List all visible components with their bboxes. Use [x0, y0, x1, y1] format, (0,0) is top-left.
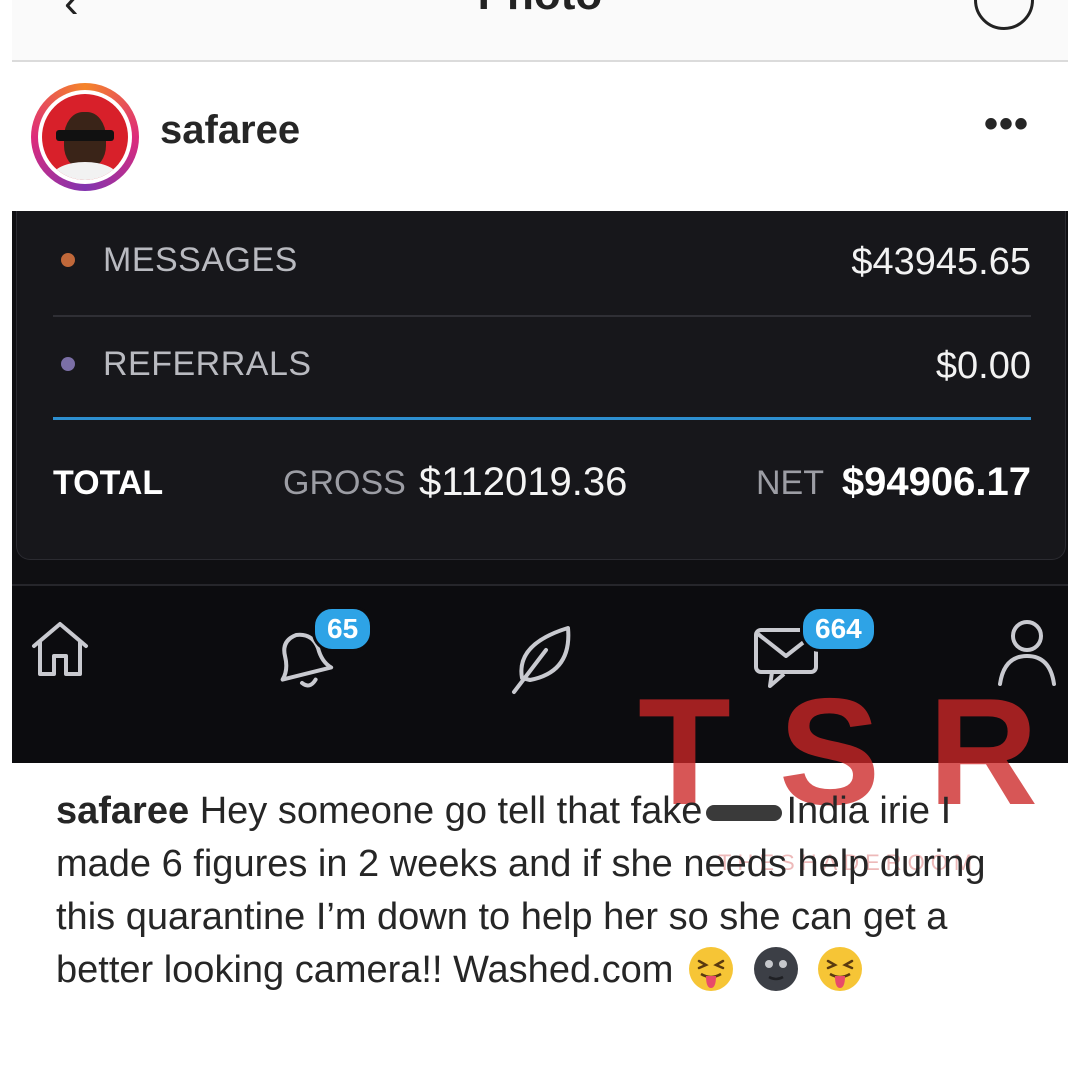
net-label: NET [756, 464, 824, 502]
notifications-badge: 65 [312, 606, 374, 652]
referrals-dot [61, 357, 75, 371]
leaf-icon[interactable] [506, 620, 578, 696]
avatar[interactable] [31, 83, 139, 191]
referrals-value: $0.00 [935, 345, 1031, 387]
new-moon-face-emoji-icon [753, 946, 798, 991]
squinting-tongue-emoji-icon [818, 946, 863, 991]
earnings-row-referrals: REFERRALS $0.00 [53, 315, 1031, 420]
referrals-label: REFERRALS [103, 345, 312, 383]
messages-dot [61, 253, 75, 267]
earnings-total-row: TOTAL GROSS $112019.36 NET $94906.17 [53, 420, 1031, 540]
gross-value: $112019.36 [419, 460, 628, 504]
options-circle-icon[interactable] [974, 0, 1034, 30]
total-label: TOTAL [53, 464, 164, 502]
post-caption: safaree Hey someone go tell that fake Ind… [56, 785, 1041, 997]
gross-label: GROSS [283, 464, 406, 502]
net-value: $94906.17 [841, 460, 1031, 504]
post-username[interactable]: safaree [160, 108, 300, 153]
messages-label: MESSAGES [103, 241, 298, 279]
post-header: safaree ••• [0, 70, 1080, 210]
bottom-nav-bar: 65 664 [12, 584, 1068, 763]
messages-badge: 664 [800, 606, 877, 652]
caption-username[interactable]: safaree [56, 790, 189, 832]
page-title: Photo [12, 0, 1068, 20]
earnings-card: MESSAGES $43945.65 REFERRALS $0.00 TOTAL… [16, 211, 1066, 560]
top-nav-bar: ‹ Photo [12, 0, 1068, 62]
redacted-word [706, 804, 783, 821]
home-icon[interactable] [28, 616, 92, 680]
messages-value: $43945.65 [851, 241, 1031, 283]
caption-text-part1: Hey someone go tell that fake [199, 790, 703, 832]
earnings-row-messages: MESSAGES $43945.65 [53, 211, 1031, 317]
post-image: MESSAGES $43945.65 REFERRALS $0.00 TOTAL… [12, 211, 1068, 763]
profile-icon[interactable] [994, 616, 1060, 688]
squinting-tongue-emoji-icon [689, 946, 733, 991]
more-options-icon[interactable]: ••• [984, 102, 1029, 147]
